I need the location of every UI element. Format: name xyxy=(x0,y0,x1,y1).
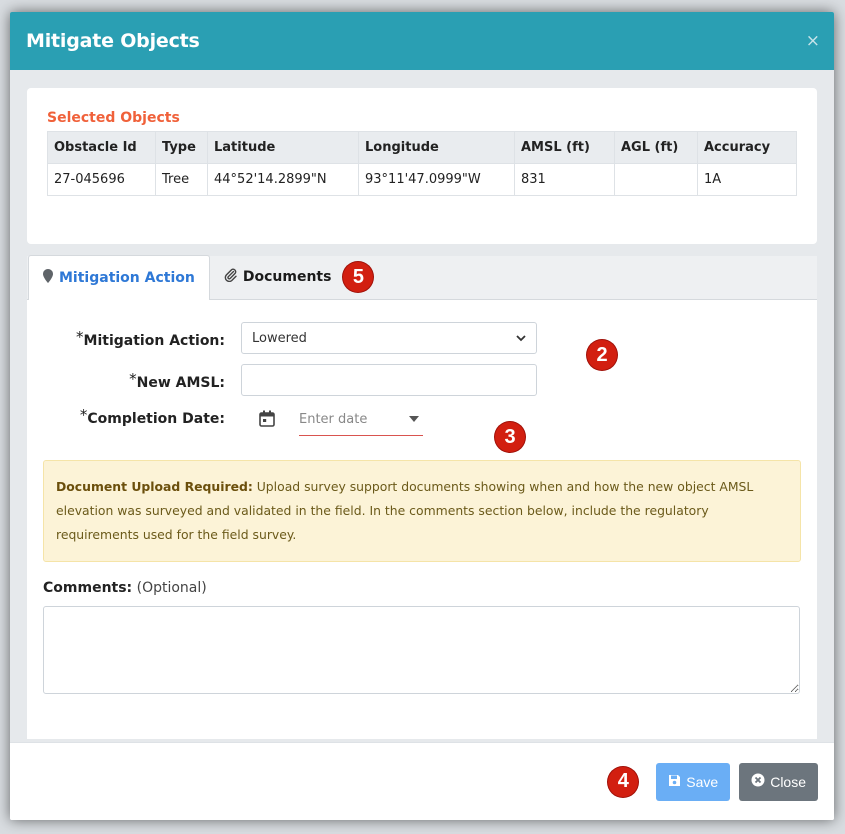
tab-bar: Mitigation Action Documents 5 xyxy=(27,255,817,300)
completion-date-label: *Completion Date: xyxy=(79,406,225,427)
new-amsl-input[interactable] xyxy=(241,364,537,396)
dialog-footer: 4 Save Close xyxy=(10,742,834,820)
table-row: 27-045696 Tree 44°52'14.2899"N 93°11'47.… xyxy=(47,163,797,196)
column-header-amsl: AMSL (ft) xyxy=(514,131,615,164)
save-button[interactable]: Save xyxy=(656,762,731,801)
tab-documents[interactable]: Documents 5 xyxy=(210,255,388,299)
cell-longitude: 93°11'47.0999"W xyxy=(358,163,515,196)
calendar-icon[interactable] xyxy=(259,410,275,432)
date-placeholder: Enter date xyxy=(299,412,368,427)
selected-objects-card: Selected Objects Obstacle Id Type Latitu… xyxy=(27,88,817,244)
tabs-container: Mitigation Action Documents 5 *Mitigatio… xyxy=(27,255,817,739)
completion-date-row: *Completion Date: Enter date 3 xyxy=(43,406,801,452)
comments-textarea[interactable] xyxy=(43,606,800,694)
dialog-header: Mitigate Objects × xyxy=(10,12,834,70)
tab-label: Documents xyxy=(242,269,332,285)
tab-mitigation-action[interactable]: Mitigation Action xyxy=(28,255,210,300)
dialog-body: Selected Objects Obstacle Id Type Latitu… xyxy=(10,70,834,739)
chevron-down-icon xyxy=(516,332,526,345)
callout-badge: 4 xyxy=(608,766,639,797)
cell-amsl: 831 xyxy=(514,163,615,196)
table-header-row: Obstacle Id Type Latitude Longitude AMSL… xyxy=(47,131,797,164)
cell-latitude: 44°52'14.2899"N xyxy=(207,163,359,196)
map-marker-icon xyxy=(43,269,53,287)
selected-objects-title: Selected Objects xyxy=(47,110,180,126)
mitigation-action-panel: *Mitigation Action: Lowered 2 *New AMSL: xyxy=(27,300,817,739)
selected-objects-table: Obstacle Id Type Latitude Longitude AMSL… xyxy=(47,131,797,196)
callout-badge: 5 xyxy=(343,262,374,292)
caret-down-icon xyxy=(409,414,419,425)
comments-label: Comments: (Optional) xyxy=(43,580,207,596)
close-icon[interactable]: × xyxy=(806,32,820,50)
column-header-obstacle-id: Obstacle Id xyxy=(47,131,156,164)
completion-date-picker: Enter date xyxy=(259,406,423,436)
cell-obstacle-id: 27-045696 xyxy=(47,163,156,196)
alert-heading: Document Upload Required: xyxy=(56,479,253,494)
cell-accuracy: 1A xyxy=(697,163,797,196)
new-amsl-label: *New AMSL: xyxy=(129,369,225,391)
column-header-latitude: Latitude xyxy=(207,131,359,164)
document-upload-alert: Document Upload Required: Upload survey … xyxy=(43,460,801,562)
column-header-longitude: Longitude xyxy=(358,131,515,164)
new-amsl-row: *New AMSL: xyxy=(43,364,801,396)
column-header-accuracy: Accuracy xyxy=(697,131,797,164)
completion-date-input[interactable]: Enter date xyxy=(299,406,423,436)
dialog-title: Mitigate Objects xyxy=(26,30,200,52)
paperclip-icon xyxy=(224,268,237,286)
mitigation-action-row: *Mitigation Action: Lowered 2 xyxy=(43,322,801,370)
column-header-type: Type xyxy=(155,131,208,164)
close-button[interactable]: Close xyxy=(739,762,818,801)
cell-type: Tree xyxy=(155,163,208,196)
callout-badge: 3 xyxy=(495,422,525,452)
selected-value: Lowered xyxy=(252,330,307,346)
floppy-disk-icon xyxy=(668,774,681,790)
mitigation-action-label: *Mitigation Action: xyxy=(76,327,225,349)
mitigate-objects-dialog: Mitigate Objects × Selected Objects Obst… xyxy=(10,12,834,820)
tab-label: Mitigation Action xyxy=(59,270,195,286)
cell-agl xyxy=(614,163,698,196)
times-circle-icon xyxy=(751,773,765,790)
column-header-agl: AGL (ft) xyxy=(614,131,698,164)
mitigation-action-select[interactable]: Lowered xyxy=(241,322,537,354)
